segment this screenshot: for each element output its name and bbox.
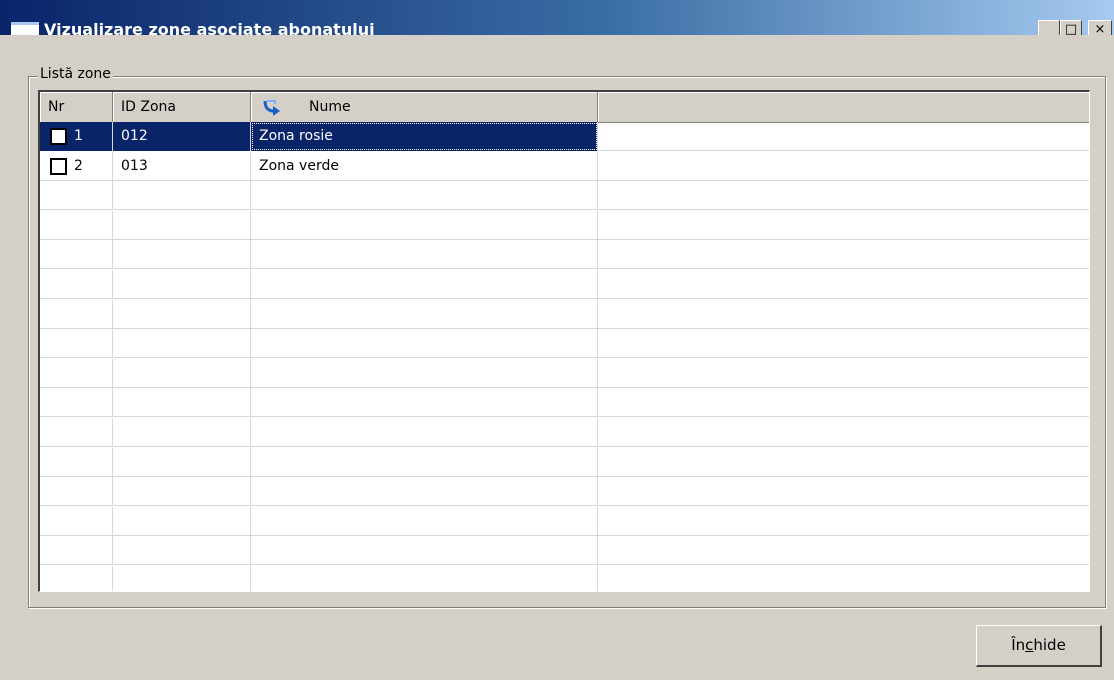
sort-arrow-icon bbox=[263, 100, 280, 116]
cell-id-zona bbox=[113, 418, 251, 447]
cell-id-zona bbox=[113, 477, 251, 507]
table-row[interactable] bbox=[40, 181, 1089, 211]
column-header-nume[interactable]: Nume bbox=[251, 92, 598, 122]
cell-filler bbox=[598, 300, 1089, 329]
column-header-id-zona[interactable]: ID Zona bbox=[113, 92, 251, 122]
table-row[interactable] bbox=[40, 566, 1089, 591]
cell-nume bbox=[251, 477, 598, 507]
cell-nr bbox=[40, 240, 113, 270]
cell-filler bbox=[598, 477, 1089, 506]
cell-nume bbox=[251, 358, 598, 388]
column-header-nr[interactable]: Nr bbox=[40, 92, 113, 122]
cell-filler bbox=[598, 122, 1089, 151]
title-bar[interactable]: Vizualizare zone asociate abonatului _ □… bbox=[0, 0, 1114, 44]
cell-id-zona bbox=[113, 240, 251, 270]
table-row[interactable] bbox=[40, 388, 1089, 418]
table-row[interactable] bbox=[40, 418, 1089, 447]
table-row[interactable] bbox=[40, 536, 1089, 566]
cell-nr bbox=[40, 566, 113, 591]
cell-nr bbox=[40, 299, 113, 329]
table-row[interactable] bbox=[40, 506, 1089, 536]
cell-id-zona bbox=[113, 506, 251, 536]
cell-filler bbox=[598, 329, 1089, 358]
table-row[interactable] bbox=[40, 240, 1089, 270]
table-row[interactable] bbox=[40, 299, 1089, 329]
cell-nr bbox=[40, 447, 113, 477]
cell-id-zona bbox=[113, 329, 251, 359]
table-row[interactable] bbox=[40, 358, 1089, 388]
table-row[interactable] bbox=[40, 329, 1089, 359]
cell-filler bbox=[598, 240, 1089, 269]
cell-nume bbox=[251, 270, 598, 299]
column-header-nume-label: Nume bbox=[309, 99, 351, 115]
cell-nr bbox=[40, 181, 113, 211]
cell-filler bbox=[598, 359, 1089, 388]
table-row[interactable]: 2 013 Zona verde bbox=[40, 151, 1089, 181]
cell-nr bbox=[40, 388, 113, 418]
cell-filler bbox=[598, 507, 1089, 536]
cell-id-zona bbox=[113, 210, 251, 240]
table-header: Nr ID Zona Nume bbox=[40, 92, 1089, 123]
cell-filler bbox=[598, 270, 1089, 299]
cell-nr bbox=[40, 358, 113, 388]
close-button-label: Închide bbox=[1011, 636, 1066, 654]
cell-nr bbox=[40, 477, 113, 507]
cell-nume bbox=[251, 447, 598, 477]
cell-id-zona bbox=[113, 447, 251, 477]
cell-nr bbox=[40, 536, 113, 566]
close-button[interactable]: Închide bbox=[976, 625, 1102, 667]
cell-filler bbox=[598, 388, 1089, 417]
cell-nume: Zona rosie bbox=[251, 122, 598, 151]
cell-id-zona bbox=[113, 181, 251, 211]
cell-filler bbox=[598, 211, 1089, 240]
cell-id-zona: 012 bbox=[113, 122, 251, 151]
cell-nume bbox=[251, 566, 598, 591]
cell-filler bbox=[598, 181, 1089, 210]
table-row[interactable] bbox=[40, 270, 1089, 299]
table-row[interactable] bbox=[40, 447, 1089, 477]
cell-nume bbox=[251, 210, 598, 240]
cell-filler bbox=[598, 418, 1089, 447]
cell-nr bbox=[40, 329, 113, 359]
cell-nr: 2 bbox=[40, 151, 113, 181]
cell-nume bbox=[251, 388, 598, 418]
cell-id-zona bbox=[113, 299, 251, 329]
cell-id-zona bbox=[113, 270, 251, 299]
cell-nume bbox=[251, 299, 598, 329]
cell-filler bbox=[598, 536, 1089, 565]
cell-nr bbox=[40, 506, 113, 536]
cell-id-zona: 013 bbox=[113, 151, 251, 181]
cell-filler bbox=[598, 152, 1089, 181]
cell-nume bbox=[251, 329, 598, 359]
cell-nr bbox=[40, 418, 113, 447]
cell-id-zona bbox=[113, 358, 251, 388]
cell-nr bbox=[40, 270, 113, 299]
cell-nume: Zona verde bbox=[251, 151, 598, 181]
table-row[interactable] bbox=[40, 477, 1089, 507]
column-header-filler bbox=[598, 92, 1089, 122]
row-checkbox[interactable] bbox=[50, 157, 67, 175]
cell-nr bbox=[40, 210, 113, 240]
cell-nume bbox=[251, 240, 598, 270]
cell-nr: 1 bbox=[40, 122, 113, 151]
cell-nume bbox=[251, 506, 598, 536]
row-checkbox[interactable] bbox=[50, 128, 67, 145]
cell-filler bbox=[598, 448, 1089, 477]
cell-id-zona bbox=[113, 388, 251, 418]
cell-id-zona bbox=[113, 566, 251, 591]
cell-id-zona bbox=[113, 536, 251, 566]
group-label: Listă zone bbox=[38, 66, 113, 82]
table-row[interactable] bbox=[40, 210, 1089, 240]
zones-table[interactable]: Nr ID Zona Nume 1 012 Zona rosie 2 013 Zona v… bbox=[38, 90, 1090, 592]
cell-nume bbox=[251, 536, 598, 566]
cell-nume bbox=[251, 418, 598, 447]
table-row[interactable]: 1 012 Zona rosie bbox=[40, 122, 1089, 151]
cell-nume bbox=[251, 181, 598, 211]
cell-filler bbox=[598, 566, 1089, 591]
